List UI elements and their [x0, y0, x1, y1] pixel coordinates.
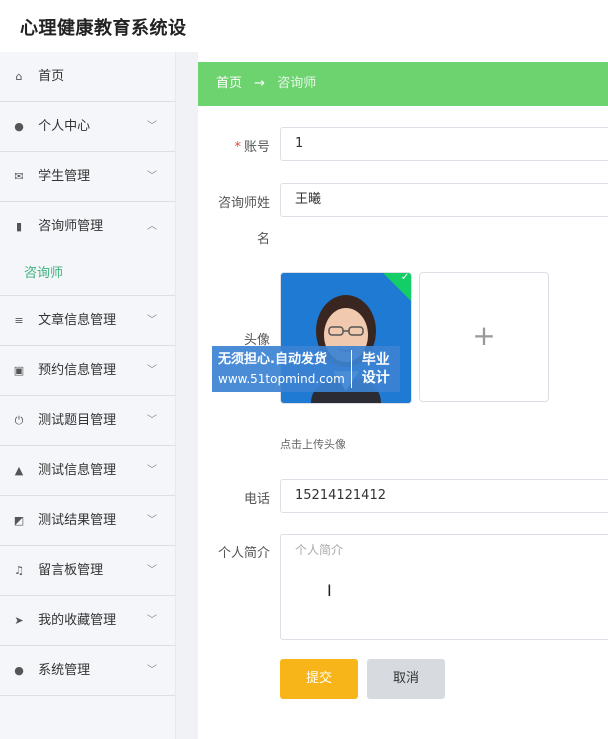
sidebar-item-test-results[interactable]: ◩ 测试结果管理 ﹀ — [0, 496, 175, 546]
chevron-down-icon: ﹀ — [147, 615, 157, 626]
sidebar-item-test-questions[interactable]: ⏻ 测试题目管理 ﹀ — [0, 396, 175, 446]
check-icon: ✓ — [400, 272, 410, 283]
chevron-down-icon: ﹀ — [147, 465, 157, 476]
account-label: * 账号 — [234, 140, 270, 155]
chevron-down-icon: ﹀ — [147, 365, 157, 376]
required-mark: * — [234, 140, 241, 155]
breadcrumb-current: 咨询师 — [277, 76, 317, 91]
content-gutter — [176, 52, 198, 739]
name-label-line1: 咨询师姓 — [217, 196, 270, 211]
sidebar-item-label: 个人中心 — [38, 119, 91, 134]
phone-label: 电话 — [243, 492, 270, 507]
sidebar-item-label: 文章信息管理 — [38, 313, 117, 328]
text-cursor-icon: I — [327, 581, 332, 600]
sidebar-item-message-board[interactable]: ♫ 留言板管理 ﹀ — [0, 546, 175, 596]
trend-icon: ◩ — [13, 514, 25, 527]
name-input[interactable]: 王曦 — [280, 183, 608, 217]
sidebar-item-favorites[interactable]: ➤ 我的收藏管理 ﹀ — [0, 596, 175, 646]
avatar-upload-button[interactable]: + — [419, 272, 549, 402]
watermark-banner: 无须担心.自动发货 www.51topmind.com 毕业 设计 — [212, 346, 400, 392]
chevron-down-icon: ﹀ — [147, 121, 157, 132]
sidebar-item-label: 学生管理 — [38, 169, 91, 184]
breadcrumb: 首页 → 咨询师 — [198, 62, 608, 106]
sidebar-item-label: 预约信息管理 — [38, 363, 117, 378]
sidebar-item-label: 我的收藏管理 — [38, 613, 117, 628]
home-icon: ⌂ — [15, 70, 23, 83]
chevron-down-icon: ﹀ — [147, 565, 157, 576]
sidebar-item-home[interactable]: ⌂ 首页 — [0, 52, 175, 102]
clipboard-icon: ▣ — [13, 364, 25, 377]
send-icon: ➤ — [14, 614, 24, 627]
watermark-line1: 无须担心.自动发货 — [218, 352, 327, 367]
app-title: 心理健康教育系统设 — [20, 18, 187, 39]
sidebar-item-label: 系统管理 — [38, 663, 91, 678]
phone-input[interactable]: 15214121412 — [280, 479, 608, 513]
person-icon: ▲ — [14, 464, 24, 477]
plus-icon: + — [472, 319, 496, 352]
sidebar-item-counselors[interactable]: ▮ 咨询师管理 ︿ — [0, 202, 175, 252]
sidebar-item-system[interactable]: ● 系统管理 ﹀ — [0, 646, 175, 696]
watermark-right-line1: 毕业 — [361, 352, 390, 368]
breadcrumb-separator: → — [254, 76, 266, 91]
cancel-button[interactable]: 取消 — [367, 659, 445, 699]
chart-icon: ▮ — [15, 220, 23, 233]
sidebar-subitem-counselor[interactable]: 咨询师 — [0, 252, 175, 296]
chevron-down-icon: ﹀ — [147, 415, 157, 426]
user-icon: ● — [14, 120, 24, 133]
watermark-line2: www.51topmind.com — [218, 372, 345, 386]
sidebar-item-personal-center[interactable]: ● 个人中心 ﹀ — [0, 102, 175, 152]
chevron-down-icon: ﹀ — [147, 171, 157, 182]
sidebar-item-label: 咨询师管理 — [38, 219, 104, 234]
mail-icon: ✉ — [14, 170, 24, 183]
watermark-right-line2: 设计 — [361, 370, 390, 386]
mic-icon: ♫ — [14, 564, 24, 577]
chevron-down-icon: ﹀ — [147, 515, 157, 526]
upload-hint: 点击上传头像 — [280, 438, 346, 451]
sidebar-item-label: 测试结果管理 — [38, 513, 117, 528]
sidebar: ⌂ 首页 ● 个人中心 ﹀ ✉ 学生管理 ﹀ ▮ 咨询师管理 ︿ 咨询师 ≡ 文… — [0, 52, 176, 739]
name-label-line2: 名 — [256, 232, 270, 247]
chevron-down-icon: ﹀ — [147, 665, 157, 676]
sidebar-item-test-info[interactable]: ▲ 测试信息管理 ﹀ — [0, 446, 175, 496]
sidebar-item-appointments[interactable]: ▣ 预约信息管理 ﹀ — [0, 346, 175, 396]
sidebar-item-label: 测试信息管理 — [38, 463, 117, 478]
sidebar-item-label: 首页 — [38, 69, 65, 84]
list-icon: ≡ — [14, 314, 24, 327]
power-icon: ⏻ — [14, 414, 24, 427]
bio-label: 个人简介 — [217, 546, 270, 561]
chevron-up-icon: ︿ — [147, 221, 157, 232]
chevron-down-icon: ﹀ — [147, 315, 157, 326]
sidebar-item-articles[interactable]: ≡ 文章信息管理 ﹀ — [0, 296, 175, 346]
user-icon: ● — [14, 664, 24, 677]
account-input[interactable]: 1 — [280, 127, 608, 161]
submit-button[interactable]: 提交 — [280, 659, 358, 699]
sidebar-item-label: 留言板管理 — [38, 563, 104, 578]
sidebar-item-label: 测试题目管理 — [38, 413, 117, 428]
breadcrumb-home[interactable]: 首页 — [216, 76, 242, 91]
sidebar-item-students[interactable]: ✉ 学生管理 ﹀ — [0, 152, 175, 202]
